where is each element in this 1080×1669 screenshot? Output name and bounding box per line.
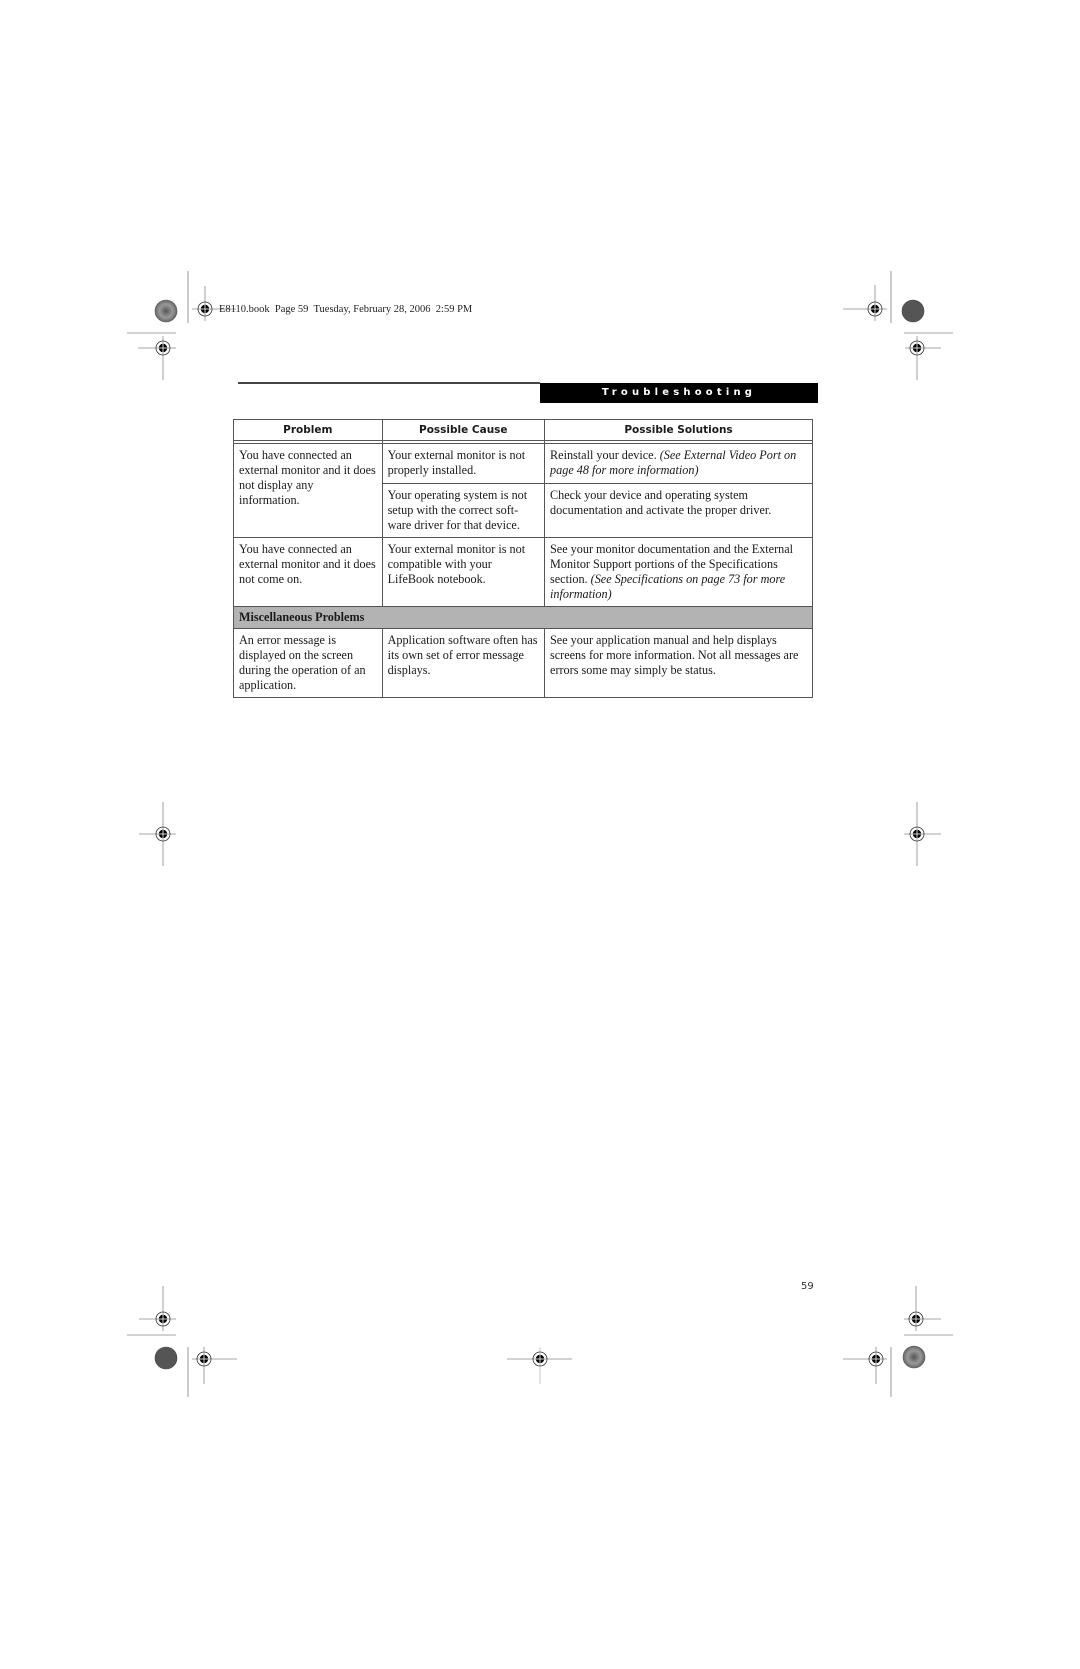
table-row: You have connected an external monitor a… bbox=[233, 537, 813, 607]
troubleshooting-table: Problem Possible Cause Possible Solution… bbox=[233, 419, 813, 698]
dark-circle-mark-icon bbox=[901, 299, 925, 323]
solution-text: Check your device and operating system d… bbox=[550, 488, 772, 517]
dark-circle-mark-icon bbox=[154, 1346, 178, 1370]
section-row-label: Miscellaneous Problems bbox=[233, 606, 813, 629]
registration-mark-icon bbox=[909, 826, 925, 842]
solution-cell: See your monitor documentation and the E… bbox=[544, 537, 813, 607]
registration-mark-icon bbox=[196, 1351, 212, 1367]
cause-cell: Your external monitor is not properly in… bbox=[381, 443, 546, 484]
starburst-mark-icon bbox=[154, 299, 178, 323]
column-header-solutions: Possible Solutions bbox=[544, 419, 813, 441]
column-header-problem: Problem bbox=[233, 419, 383, 441]
printer-marks bbox=[127, 271, 953, 1397]
page-number: 59 bbox=[801, 1281, 814, 1292]
registration-mark-icon bbox=[155, 826, 171, 842]
cause-cell: Your operating system is not setup with … bbox=[381, 483, 546, 538]
section-row: Miscellaneous Problems bbox=[233, 606, 813, 629]
cause-cell: Your external monitor is not compatible … bbox=[381, 537, 546, 607]
table-row: An error message is displayed on the scr… bbox=[233, 628, 813, 698]
solution-cell: Check your device and operating system d… bbox=[544, 483, 813, 538]
header-rule bbox=[238, 382, 540, 384]
column-header-cause: Possible Cause bbox=[381, 419, 546, 441]
section-title: Troubleshooting bbox=[540, 383, 818, 403]
table-row: You have connected an external monitor a… bbox=[233, 443, 813, 538]
registration-mark-icon bbox=[155, 1311, 171, 1327]
solution-text: Reinstall your device. bbox=[550, 448, 657, 462]
registration-mark-icon bbox=[532, 1351, 548, 1367]
problem-cell: An error message is displayed on the scr… bbox=[233, 628, 383, 698]
problem-cell: You have connected an external monitor a… bbox=[233, 443, 383, 538]
registration-mark-icon bbox=[155, 340, 171, 356]
print-slug: E8110.book Page 59 Tuesday, February 28,… bbox=[219, 304, 473, 315]
registration-mark-icon bbox=[868, 1351, 884, 1367]
cause-cell: Application software often has its own s… bbox=[381, 628, 546, 698]
table-header-row: Problem Possible Cause Possible Solution… bbox=[233, 419, 813, 441]
registration-mark-icon bbox=[909, 340, 925, 356]
starburst-mark-icon bbox=[902, 1345, 926, 1369]
registration-mark-icon bbox=[867, 301, 883, 317]
registration-mark-icon bbox=[908, 1311, 924, 1327]
problem-cell: You have connected an external monitor a… bbox=[233, 537, 383, 607]
solution-cell: See your application manual and help dis… bbox=[544, 628, 813, 698]
registration-mark-icon bbox=[197, 301, 213, 317]
solution-cell: Reinstall your device. (See External Vid… bbox=[544, 443, 813, 484]
